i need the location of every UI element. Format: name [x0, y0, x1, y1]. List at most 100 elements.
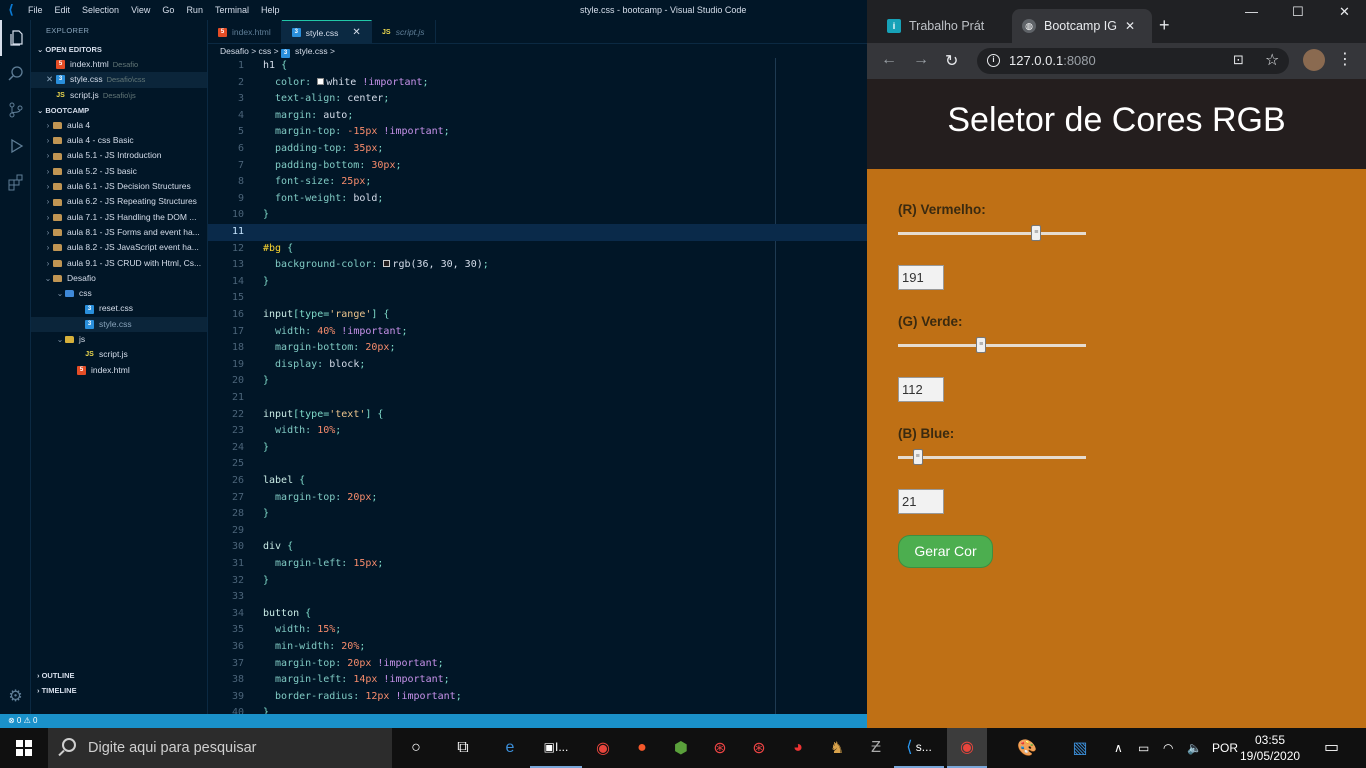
tree-item[interactable]: › aula 7.1 - JS Handling the DOM ... [31, 210, 207, 225]
open-editor-item[interactable]: 5 index.html Desafio [31, 57, 207, 72]
tab-script-js[interactable]: JS script.js [372, 20, 436, 44]
code-line[interactable]: 7 padding-bottom: 30px; [208, 158, 867, 175]
mongodb-icon[interactable]: ⬢ [662, 728, 700, 768]
minimize-icon[interactable]: — [1245, 4, 1258, 19]
code-line[interactable]: 21 [208, 390, 867, 407]
problems-status[interactable]: ⊗ 0 ⚠ 0 [8, 716, 37, 725]
code-line[interactable]: 10} [208, 207, 867, 224]
menu-run[interactable]: Run [180, 5, 209, 15]
postman-icon[interactable]: ● [623, 728, 661, 768]
code-line[interactable]: 28} [208, 506, 867, 523]
code-line[interactable]: 13 background-color: rgb(36, 30, 30); [208, 257, 867, 274]
workspace-header[interactable]: ⌄ BOOTCAMP [31, 103, 207, 118]
tree-item[interactable]: JS script.js [31, 347, 207, 362]
code-line[interactable]: 8 font-size: 25px; [208, 174, 867, 191]
code-line[interactable]: 38 margin-left: 14px !important; [208, 672, 867, 689]
close-tab-icon[interactable]: ✕ [1125, 19, 1135, 33]
tree-item[interactable]: 3 style.css [31, 316, 207, 333]
green-slider[interactable]: ≡ [898, 337, 1086, 353]
outline-header[interactable]: › OUTLINE [31, 668, 208, 683]
clock[interactable]: 03:55 19/05/2020 [1240, 732, 1300, 764]
code-line[interactable]: 27 margin-top: 20px; [208, 490, 867, 507]
code-line[interactable]: 19 display: block; [208, 357, 867, 374]
menu-file[interactable]: File [22, 5, 49, 15]
code-line[interactable]: 16 input[type='range'] { [208, 307, 867, 324]
code-editor[interactable]: 1 h1 {2 color: white !important; 3 text-al… [208, 58, 867, 714]
info-icon[interactable]: i [987, 54, 1000, 67]
notifications-icon[interactable]: ▭ [1324, 728, 1339, 768]
blue-slider[interactable]: ≡ [898, 449, 1086, 465]
code-line[interactable]: 39 border-radius: 12px !important; [208, 689, 867, 706]
green-value-input[interactable]: 112 [898, 377, 944, 402]
volume-icon[interactable]: 🔈 [1187, 728, 1202, 768]
chrome-active-taskbar-icon[interactable]: ◉ [947, 728, 987, 768]
open-editors-header[interactable]: ⌄ OPEN EDITORS [31, 42, 207, 57]
color-swatch-icon[interactable] [383, 260, 391, 268]
menu-dots-icon[interactable]: ⋮ [1337, 49, 1353, 69]
manage-gear-icon[interactable]: ⚙ [0, 686, 31, 706]
back-icon[interactable]: ← [881, 51, 897, 69]
code-line[interactable]: 40} [208, 705, 867, 714]
tab-style-css[interactable]: 3 style.css ✕ [281, 20, 372, 44]
forward-icon[interactable]: → [913, 51, 929, 69]
code-line[interactable]: 33 [208, 589, 867, 606]
vscode-taskbar-icon[interactable]: ⟨ s... [894, 728, 944, 768]
tree-item[interactable]: › aula 6.1 - JS Decision Structures [31, 179, 207, 194]
code-line[interactable]: 37 margin-top: 20px !important; [208, 656, 867, 673]
task-view-icon[interactable]: ⧉ [444, 728, 482, 768]
app-icon-red-2[interactable]: ⊛ [740, 728, 778, 768]
taskbar-search[interactable]: Digite aqui para pesquisar [48, 728, 392, 768]
menu-selection[interactable]: Selection [76, 5, 125, 15]
wifi-icon[interactable]: ◠ [1163, 728, 1173, 768]
code-line[interactable]: 3 text-align: center; [208, 91, 867, 108]
tree-item[interactable]: 3 reset.css [31, 301, 207, 316]
code-line[interactable]: 5 margin-top: -15px !important; [208, 124, 867, 141]
code-line[interactable]: 30 div { [208, 539, 867, 556]
code-line[interactable]: 24} [208, 440, 867, 457]
tree-item[interactable]: › aula 4 [31, 118, 207, 133]
app-icon-z[interactable]: Ƶ [857, 728, 895, 768]
code-line[interactable]: 32} [208, 573, 867, 590]
tree-item[interactable]: › aula 5.1 - JS Introduction [31, 148, 207, 163]
blue-value-input[interactable]: 21 [898, 489, 944, 514]
code-line[interactable]: 25 [208, 456, 867, 473]
timeline-header[interactable]: › TIMELINE [31, 683, 208, 698]
code-line[interactable]: 12 #bg { [208, 241, 867, 258]
paint-icon[interactable]: 🎨 [1008, 728, 1046, 768]
tree-item[interactable]: › aula 9.1 - JS CRUD with Html, Cs... [31, 256, 207, 271]
code-line[interactable]: 2 color: white !important; [208, 75, 867, 92]
code-line[interactable]: 17 width: 40% !important; [208, 324, 867, 341]
photos-icon[interactable]: ▧ [1061, 728, 1099, 768]
code-line[interactable]: 34 button { [208, 606, 867, 623]
app-icon-flame[interactable]: ◕ [779, 728, 817, 768]
code-line[interactable]: 15 [208, 290, 867, 307]
profile-avatar[interactable] [1303, 49, 1325, 71]
breadcrumb-item[interactable]: style.css [295, 46, 328, 56]
code-line[interactable]: 18 margin-bottom: 20px; [208, 340, 867, 357]
tree-item[interactable]: › aula 8.2 - JS JavaScript event ha... [31, 240, 207, 255]
extensions-icon[interactable] [0, 164, 31, 200]
code-line[interactable]: 35 width: 15%; [208, 622, 867, 639]
code-line[interactable]: 23 width: 10%; [208, 423, 867, 440]
code-line[interactable]: 9 font-weight: bold; [208, 191, 867, 208]
menu-go[interactable]: Go [156, 5, 180, 15]
explorer-icon[interactable] [0, 20, 31, 56]
menu-view[interactable]: View [125, 5, 156, 15]
open-editor-item[interactable]: ✕ 3 style.css Desafio\css [31, 72, 207, 88]
code-line[interactable]: 31 margin-left: 15px; [208, 556, 867, 573]
close-icon[interactable]: ✕ [46, 72, 56, 87]
run-debug-icon[interactable] [0, 128, 31, 164]
windows-start-icon[interactable] [0, 728, 48, 768]
source-control-icon[interactable] [0, 92, 31, 128]
code-line[interactable]: 26 label { [208, 473, 867, 490]
language-indicator[interactable]: POR [1212, 728, 1238, 768]
code-line[interactable]: 20} [208, 373, 867, 390]
code-line[interactable]: 6 padding-top: 35px; [208, 141, 867, 158]
new-tab-button[interactable]: + [1159, 15, 1170, 36]
edge-icon[interactable]: e [491, 728, 529, 768]
code-line[interactable]: 4 margin: auto; [208, 108, 867, 125]
tree-item[interactable]: › aula 6.2 - JS Repeating Structures [31, 194, 207, 209]
cortana-icon[interactable]: ○ [397, 728, 435, 768]
gerar-cor-button[interactable]: Gerar Cor [898, 535, 993, 568]
battery-icon[interactable]: ▭ [1138, 728, 1149, 768]
